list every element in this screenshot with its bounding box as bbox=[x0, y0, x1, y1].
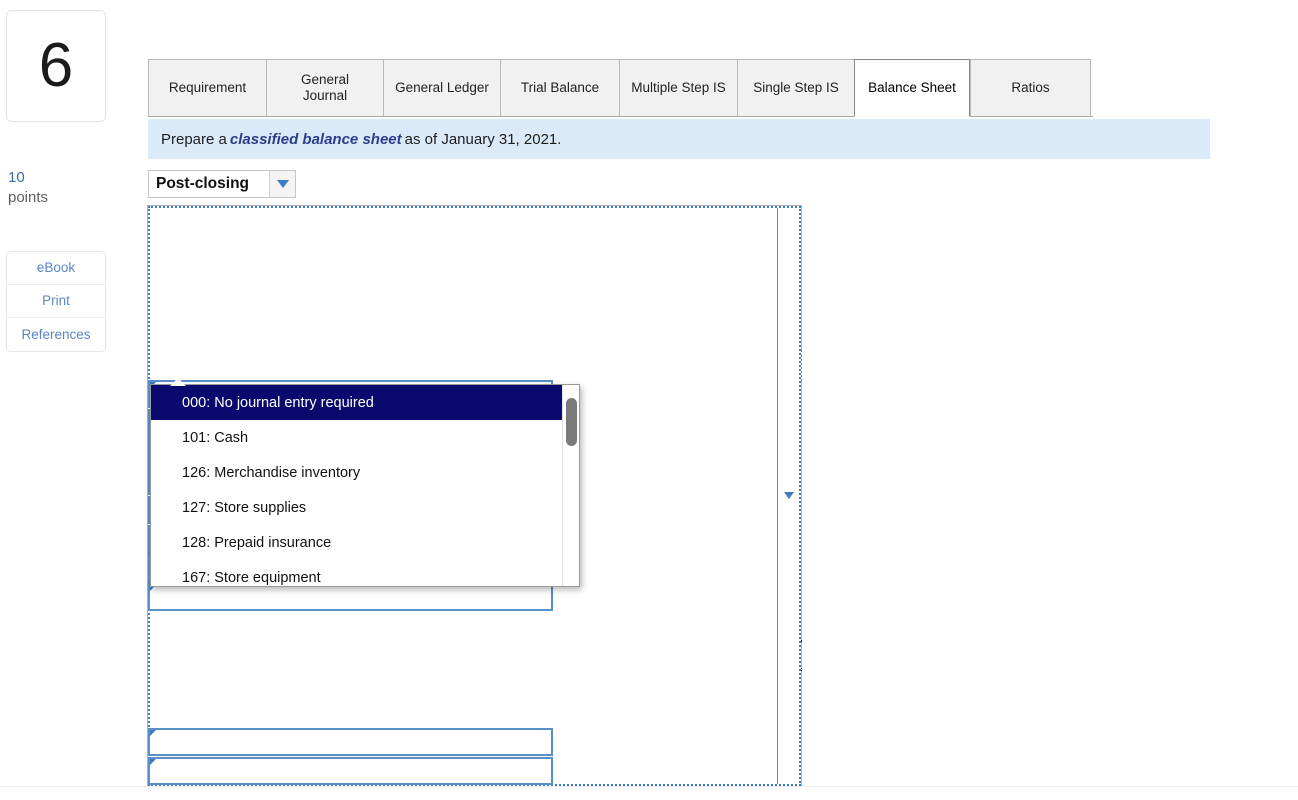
chevron-down-icon bbox=[276, 180, 289, 188]
question-number-box: 6 bbox=[6, 10, 106, 122]
points-value: 10 bbox=[8, 169, 25, 186]
period-select-toggle[interactable] bbox=[269, 171, 295, 197]
instruction-prefix: Prepare a bbox=[161, 130, 227, 148]
question-rail: 6 10 points eBook Print References bbox=[6, 10, 110, 352]
tab-balance-sheet[interactable]: Balance Sheet bbox=[854, 59, 970, 117]
account-select-1-toggle[interactable] bbox=[777, 207, 799, 784]
account-select-8[interactable] bbox=[148, 728, 553, 756]
tab-general-journal[interactable]: General Journal bbox=[266, 59, 383, 117]
dropdown-option-127[interactable]: 127: Store supplies bbox=[151, 490, 579, 525]
account-select-9[interactable] bbox=[148, 757, 553, 785]
tab-single-step-is[interactable]: Single Step IS bbox=[737, 59, 854, 117]
account-dropdown-list: 000: No journal entry required 101: Cash… bbox=[151, 385, 579, 586]
tab-ratios[interactable]: Ratios bbox=[970, 59, 1091, 117]
instruction-suffix: as of January 31, 2021. bbox=[404, 130, 562, 148]
tab-requirement[interactable]: Requirement bbox=[148, 59, 266, 117]
dropdown-option-126[interactable]: 126: Merchandise inventory bbox=[151, 455, 579, 490]
period-select[interactable]: Post-closing bbox=[148, 170, 296, 198]
account-select-7[interactable] bbox=[148, 583, 553, 611]
tab-trial-balance[interactable]: Trial Balance bbox=[500, 59, 619, 117]
tab-general-ledger[interactable]: General Ledger bbox=[383, 59, 500, 117]
account-dropdown-popup[interactable]: 000: No journal entry required 101: Cash… bbox=[150, 384, 580, 587]
chevron-down-icon bbox=[783, 492, 794, 499]
dropdown-option-101[interactable]: 101: Cash bbox=[151, 420, 579, 455]
table-row: $ 0 bbox=[147, 205, 802, 786]
dropdown-option-167[interactable]: 167: Store equipment bbox=[151, 560, 579, 586]
bottom-toolbar bbox=[0, 787, 1298, 800]
account-select-cell-9[interactable] bbox=[147, 756, 554, 786]
account-select-cell-1[interactable] bbox=[147, 205, 801, 786]
instruction-emphasis: classified balance sheet bbox=[229, 130, 402, 148]
period-select-value: Post-closing bbox=[156, 175, 250, 192]
instruction-bar: Prepare a classified balance sheet as of… bbox=[148, 119, 1210, 159]
dropdown-option-000[interactable]: 000: No journal entry required bbox=[151, 385, 579, 420]
rail-button-group: eBook Print References bbox=[6, 250, 106, 352]
points-label: points bbox=[8, 189, 49, 207]
dropdown-option-128[interactable]: 128: Prepaid insurance bbox=[151, 525, 579, 560]
worksheet-tabs: Requirement General Journal General Ledg… bbox=[148, 59, 1091, 117]
page-root: 6 10 points eBook Print References Requi… bbox=[0, 0, 1298, 800]
dropdown-scrollbar-thumb[interactable] bbox=[566, 398, 577, 446]
dropdown-nub bbox=[168, 376, 188, 386]
points-block: 10 points bbox=[6, 168, 110, 209]
dropdown-scrollbar[interactable] bbox=[562, 385, 579, 586]
ebook-button[interactable]: eBook bbox=[7, 251, 105, 285]
tab-multiple-step-is[interactable]: Multiple Step IS bbox=[619, 59, 737, 117]
references-button[interactable]: References bbox=[7, 317, 105, 351]
print-button[interactable]: Print bbox=[7, 284, 105, 318]
account-select-cell-8[interactable] bbox=[147, 727, 554, 757]
